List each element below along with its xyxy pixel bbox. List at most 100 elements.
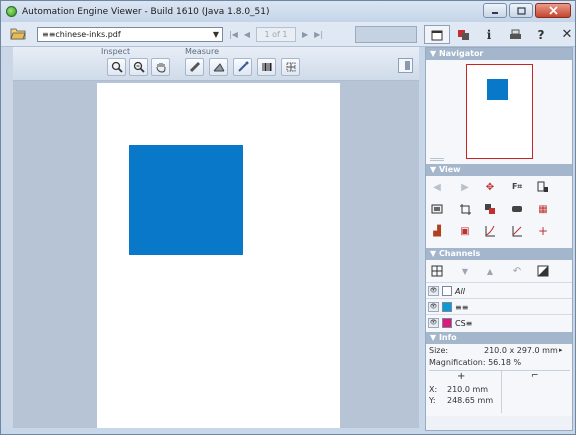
densitometer-button[interactable] (233, 58, 252, 76)
channel-row[interactable]: 👁 ≡≡ (428, 301, 468, 313)
file-select-value: ≡≡chinese-inks.pdf (42, 30, 121, 39)
inspect-group-label: Inspect (101, 47, 131, 56)
print-icon (509, 29, 521, 39)
barcode-icon (262, 63, 271, 71)
single-view-button[interactable] (424, 25, 450, 44)
view-body: ◀ ▶ ✥ F⌗ ▦ ▟ ▣ + (426, 176, 572, 248)
ruler-icon (189, 61, 200, 73)
x-value: 210.0 mm (447, 385, 489, 394)
navigator-title: Navigator (438, 49, 484, 58)
channel-invert-icon[interactable] (536, 264, 550, 278)
magnification-value: Magnification: 56.18 % (429, 358, 522, 367)
hand-tool-button[interactable] (151, 58, 170, 76)
eye-icon[interactable]: 👁 (428, 318, 439, 328)
channel-undo-icon[interactable]: ↶ (510, 264, 524, 278)
distance-grid-button[interactable] (281, 58, 300, 76)
tool-toolbar: Inspect Measure (13, 47, 419, 81)
barcode-button[interactable] (257, 58, 276, 76)
window-title: Automation Engine Viewer - Build 1610 (J… (22, 6, 270, 17)
measure-ruler-button[interactable] (185, 58, 204, 76)
info-title: Info (438, 333, 457, 342)
first-page-icon[interactable]: |◀ (229, 30, 238, 39)
grid-icon[interactable]: ▦ (536, 202, 550, 216)
view-header[interactable]: ▼ View (426, 164, 572, 176)
info-header[interactable]: ▼ Info (426, 332, 572, 344)
compare-view-icon (457, 29, 469, 40)
exit-button[interactable]: ✕ (554, 25, 576, 44)
open-file-icon[interactable] (10, 27, 26, 40)
file-select[interactable]: ≡≡chinese-inks.pdf ▼ (37, 27, 223, 42)
measure-group-label: Measure (185, 47, 219, 56)
channel-row[interactable]: 👁 CS≡ (428, 317, 472, 329)
curve-icon[interactable] (483, 224, 497, 238)
hand-icon (156, 63, 165, 73)
page-box-icon[interactable] (536, 180, 550, 194)
toggle-side-panel-button[interactable] (398, 58, 413, 73)
app-icon (6, 6, 17, 17)
next-page-icon[interactable]: ▶ (302, 30, 308, 39)
info-button[interactable]: i (476, 25, 502, 44)
channel-swatch (442, 302, 452, 312)
transparency-icon[interactable]: ▣ (458, 224, 472, 238)
grid-measure-icon (286, 62, 295, 72)
close-window-button[interactable] (535, 3, 571, 18)
dropdown-arrow-icon: ▼ (212, 30, 219, 39)
right-panel: ▼ Navigator ▼ View ◀ ▶ ✥ F⌗ ▦ ▟ ▣ + ▼ Ch… (425, 47, 573, 431)
size-label: Size: (429, 346, 449, 355)
channel-swatch (442, 318, 452, 328)
trim-box-icon[interactable] (430, 202, 444, 216)
last-page-icon[interactable]: ▶| (314, 30, 323, 39)
view-back-icon[interactable]: ◀ (430, 180, 444, 194)
channels-header[interactable]: ▼ Channels (426, 248, 572, 260)
close-icon: ✕ (561, 27, 573, 42)
size-menu-icon[interactable]: ▸ (559, 346, 563, 354)
maximize-button[interactable] (509, 3, 533, 18)
ink-coverage-icon[interactable]: ▟ (430, 224, 444, 238)
separation-icon[interactable] (483, 202, 497, 216)
crosshair-icon[interactable]: + (536, 224, 550, 238)
pager: |◀ ◀ 1 of 1 ▶ ▶| (229, 27, 323, 42)
compare-view-button[interactable] (450, 25, 476, 44)
print-button[interactable] (502, 25, 528, 44)
channel-up-icon[interactable]: ▲ (483, 264, 497, 278)
channel-down-icon[interactable]: ▼ (458, 264, 472, 278)
eye-icon[interactable]: 👁 (428, 286, 439, 296)
navigator-resize-grip[interactable] (430, 158, 444, 161)
navigator-thumbnail-square (487, 79, 508, 100)
angle-icon (213, 63, 224, 72)
zoom-in-button[interactable] (107, 58, 126, 76)
channel-name: CS≡ (455, 318, 473, 328)
gradient-curve-icon[interactable] (510, 224, 524, 238)
help-icon: ? (537, 27, 545, 42)
zoom-out-button[interactable] (129, 58, 148, 76)
y-label: Y: (429, 396, 436, 405)
minimize-button[interactable] (483, 3, 507, 18)
close-icon (548, 6, 558, 15)
channels-title: Channels (438, 249, 481, 258)
previous-page-icon[interactable]: ◀ (244, 30, 250, 39)
page-indicator[interactable]: 1 of 1 (256, 27, 297, 42)
channel-grid-icon[interactable] (430, 264, 444, 278)
channel-row[interactable]: 👁 All (428, 285, 465, 297)
maximize-icon (516, 6, 526, 15)
document-canvas[interactable] (13, 81, 419, 428)
crop-marks-icon[interactable] (458, 202, 472, 216)
eye-icon[interactable]: 👁 (428, 302, 439, 312)
artwork-blue-square (129, 145, 243, 255)
toolbar-field[interactable] (355, 26, 417, 43)
channel-name: ≡≡ (455, 302, 469, 312)
overprint-icon[interactable] (510, 202, 524, 216)
channel-name: All (455, 286, 465, 296)
help-button[interactable]: ? (528, 25, 554, 44)
x-label: X: (429, 385, 438, 394)
channel-swatch (442, 286, 452, 296)
navigator-header[interactable]: ▼ Navigator (426, 48, 572, 60)
navigator-body (426, 60, 572, 164)
view-title: View (438, 165, 461, 174)
y-value: 248.65 mm (447, 396, 494, 405)
navigator-viewport-frame[interactable] (466, 64, 533, 159)
measure-angle-button[interactable] (209, 58, 228, 76)
view-forward-icon[interactable]: ▶ (458, 180, 472, 194)
rotate-icon[interactable]: ✥ (483, 180, 497, 194)
fit-page-icon[interactable]: F⌗ (510, 180, 524, 194)
